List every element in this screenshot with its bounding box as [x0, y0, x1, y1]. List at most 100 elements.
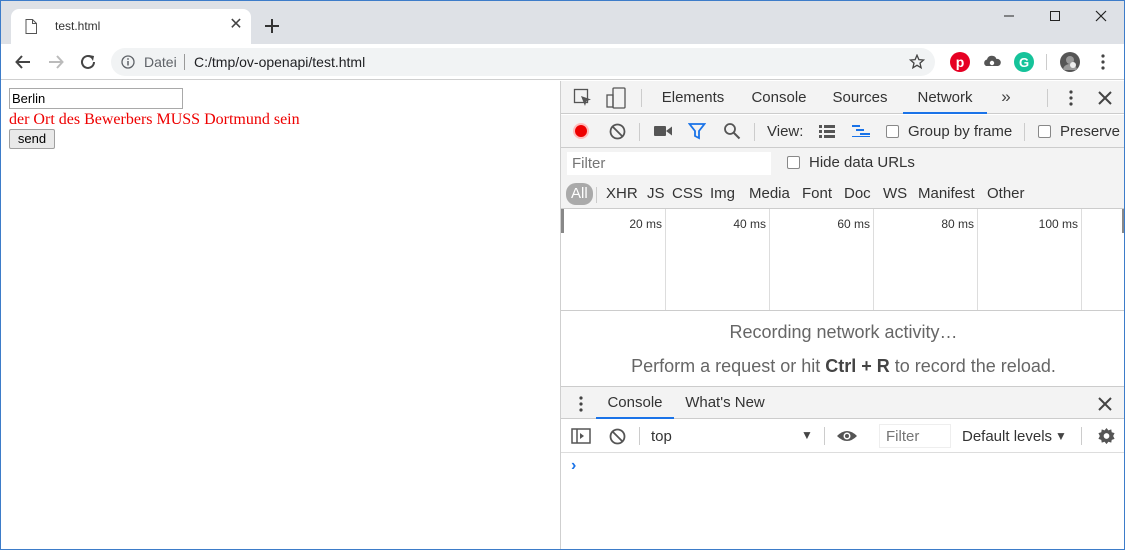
recording-message: Recording network activity… [729, 322, 958, 342]
console-prompt-chevron-icon: › [571, 457, 577, 474]
resource-type-filters: All XHR JS CSS Img Media Font Doc WS Man… [561, 179, 1124, 209]
bookmark-star-icon[interactable] [909, 54, 925, 70]
type-filter-img[interactable]: Img [707, 183, 738, 205]
maximize-icon[interactable] [1032, 1, 1078, 31]
log-levels-select[interactable]: Default levels [962, 428, 1052, 445]
title-bar: test.html ✕ [1, 1, 1124, 44]
devtools-panel: Elements Console Sources Network » View:… [560, 81, 1124, 549]
type-filter-media[interactable]: Media [746, 183, 793, 205]
drawer-close-icon[interactable] [1096, 395, 1114, 413]
toolbar-divider [1081, 427, 1082, 445]
tab-console[interactable]: Console [743, 81, 815, 114]
browser-toolbar: Datei C:/tmp/ov-openapi/test.html p G [1, 44, 1124, 80]
type-filter-ws[interactable]: WS [880, 183, 910, 205]
record-icon[interactable] [573, 123, 589, 139]
toolbar-divider [639, 123, 640, 141]
preserve-log-checkbox[interactable] [1038, 125, 1051, 138]
filter-funnel-icon[interactable] [688, 122, 706, 140]
address-scheme-label: Datei [144, 54, 177, 70]
city-input[interactable] [9, 88, 183, 109]
console-clear-icon[interactable] [608, 427, 626, 445]
tab-title: test.html [55, 19, 101, 33]
console-output[interactable]: › [561, 454, 1124, 549]
forward-arrow-icon[interactable] [45, 51, 67, 73]
browser-menu-icon[interactable] [1092, 51, 1114, 73]
network-empty-state: Recording network activity… Perform a re… [561, 312, 1124, 385]
reload-hint-text: Perform a request or hit [631, 356, 826, 376]
context-dropdown-icon[interactable]: ▼ [801, 428, 813, 442]
type-filter-manifest[interactable]: Manifest [915, 183, 978, 205]
cloud-extension-icon[interactable] [982, 52, 1002, 72]
preserve-log-label[interactable]: Preserve l [1060, 123, 1124, 140]
console-toolbar: top ▼ Default levels ▼ [561, 419, 1124, 453]
context-select[interactable]: top [651, 428, 672, 445]
devtools-menu-icon[interactable] [1063, 89, 1079, 107]
type-filter-xhr[interactable]: XHR [603, 183, 641, 205]
minimize-icon[interactable] [986, 1, 1032, 31]
drawer-menu-icon[interactable] [577, 395, 585, 413]
screenshot-camera-icon[interactable] [653, 123, 673, 139]
devtools-header: Elements Console Sources Network » [561, 81, 1124, 114]
log-levels-dropdown-icon[interactable]: ▼ [1055, 429, 1067, 443]
network-filter-input[interactable] [567, 152, 771, 175]
reload-hint-suffix: to record the reload. [889, 356, 1056, 376]
type-filter-js[interactable]: JS [644, 183, 668, 205]
drawer-header: Console What's New [561, 386, 1124, 419]
inspect-element-icon[interactable] [572, 87, 594, 109]
new-tab-icon[interactable] [261, 15, 283, 37]
toolbar-divider [1024, 123, 1025, 141]
address-bar[interactable]: Datei C:/tmp/ov-openapi/test.html [111, 48, 935, 76]
drawer-tab-console[interactable]: Console [596, 387, 674, 419]
network-toolbar: View: Group by frame Preserve l [561, 115, 1124, 148]
live-expression-eye-icon[interactable] [836, 427, 858, 445]
more-tabs-chevron-icon[interactable]: » [997, 87, 1015, 107]
browser-window: test.html ✕ Datei C:/tmp/ov-openapi/test… [0, 0, 1125, 550]
devtools-close-icon[interactable] [1096, 89, 1114, 107]
waterfall-overview-icon[interactable] [851, 123, 871, 139]
type-filter-doc[interactable]: Doc [841, 183, 874, 205]
network-timeline-overview[interactable]: 20 ms 40 ms 60 ms 80 ms 100 ms [561, 209, 1124, 311]
console-filter-input[interactable] [879, 424, 951, 448]
send-button[interactable]: send [9, 129, 55, 149]
toolbar-divider [754, 123, 755, 141]
toolbar-divider [1046, 54, 1047, 70]
view-label: View: [767, 123, 804, 140]
device-toolbar-icon[interactable] [605, 86, 627, 110]
tab-sources[interactable]: Sources [825, 81, 895, 114]
browser-tab[interactable]: test.html ✕ [11, 9, 251, 44]
pinterest-extension-icon[interactable]: p [950, 52, 970, 72]
reload-shortcut: Ctrl + R [825, 356, 890, 376]
large-rows-icon[interactable] [818, 123, 836, 139]
type-divider [596, 187, 597, 203]
type-filter-other[interactable]: Other [984, 183, 1028, 205]
toolbar-divider [824, 427, 825, 445]
page-content: der Ort des Bewerbers MUSS Dortmund sein… [1, 81, 560, 549]
group-by-frame-checkbox[interactable] [886, 125, 899, 138]
hide-data-urls-label[interactable]: Hide data URLs [809, 154, 915, 171]
group-by-frame-label[interactable]: Group by frame [908, 123, 1012, 140]
grammarly-extension-icon[interactable]: G [1014, 52, 1034, 72]
console-settings-gear-icon[interactable] [1096, 426, 1116, 446]
address-url[interactable]: C:/tmp/ov-openapi/test.html [194, 54, 365, 70]
search-icon[interactable] [723, 122, 741, 140]
tab-network[interactable]: Network [903, 81, 987, 114]
tab-close-icon[interactable]: ✕ [227, 16, 245, 34]
timeline-tick: 100 ms [978, 209, 1082, 310]
back-arrow-icon[interactable] [12, 51, 34, 73]
reload-hint: Perform a request or hit Ctrl + R to rec… [561, 356, 1124, 377]
info-icon[interactable] [121, 55, 135, 69]
tab-elements[interactable]: Elements [653, 81, 733, 114]
drawer-tab-whats-new[interactable]: What's New [681, 387, 769, 419]
console-sidebar-icon[interactable] [571, 427, 591, 445]
type-filter-css[interactable]: CSS [669, 183, 706, 205]
avatar[interactable] [1060, 52, 1080, 72]
clear-icon[interactable] [608, 122, 626, 140]
timeline-tick: 60 ms [770, 209, 874, 310]
window-close-icon[interactable] [1078, 1, 1124, 31]
hide-data-urls-checkbox[interactable] [787, 156, 800, 169]
type-filter-all[interactable]: All [566, 183, 593, 205]
type-filter-font[interactable]: Font [799, 183, 835, 205]
devtools-divider [1047, 89, 1048, 107]
timeline-tick: 40 ms [666, 209, 770, 310]
reload-icon[interactable] [77, 51, 99, 73]
